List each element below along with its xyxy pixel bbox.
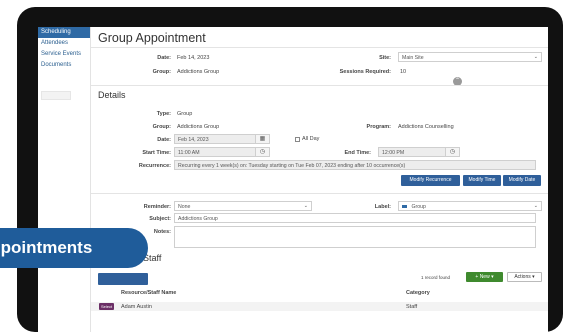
divider bbox=[91, 193, 548, 194]
col-category-header: Category bbox=[406, 290, 430, 296]
site-select[interactable]: Main Site ⌄ bbox=[398, 52, 542, 62]
subject-label: Subject: bbox=[149, 216, 171, 222]
modify-recurrence-button[interactable]: Modify Recurrence bbox=[401, 175, 460, 186]
end-time-input[interactable]: 12:00 PM bbox=[378, 147, 446, 157]
details-date-label: Date: bbox=[157, 137, 171, 143]
clock-icon[interactable]: ◷ bbox=[255, 147, 270, 157]
details-group-value: Addictions Group bbox=[177, 124, 220, 130]
sidebar-item-scheduling[interactable]: Scheduling bbox=[38, 27, 90, 38]
staff-category: Staff bbox=[406, 304, 418, 310]
chevron-down-icon: ⌄ bbox=[533, 203, 538, 209]
sidebar: Scheduling Attendees Service Events Docu… bbox=[38, 27, 91, 332]
staff-add-button[interactable] bbox=[98, 273, 148, 285]
actions-button[interactable]: Actions ▾ bbox=[507, 272, 542, 282]
type-label: Type: bbox=[156, 111, 171, 117]
sidebar-item-documents[interactable]: Documents bbox=[38, 60, 90, 71]
modify-date-button[interactable]: Modify Date bbox=[503, 175, 541, 186]
program-value: Addictions Counselling bbox=[398, 124, 454, 130]
table-row[interactable] bbox=[91, 302, 548, 311]
page-title: Group Appointment bbox=[98, 31, 206, 45]
app-screen: Scheduling Attendees Service Events Docu… bbox=[38, 27, 548, 332]
chevron-down-icon: ⌄ bbox=[303, 203, 308, 209]
date-label: Date: bbox=[157, 55, 171, 61]
site-select-value: Main Site bbox=[402, 54, 424, 61]
sidebar-item-service-events[interactable]: Service Events bbox=[38, 49, 90, 60]
reminder-label: Reminder: bbox=[143, 204, 171, 210]
start-time-input[interactable]: 11:00 AM bbox=[174, 147, 256, 157]
divider bbox=[91, 47, 548, 48]
recurrence-input[interactable]: Recurring every 1 week(s) on: Tuesday st… bbox=[174, 160, 536, 170]
label-select[interactable]: Group ⌄ bbox=[398, 201, 542, 211]
type-value: Group bbox=[177, 111, 193, 117]
label-color-swatch bbox=[402, 204, 407, 208]
label-select-value: Group bbox=[411, 203, 426, 210]
reminder-select[interactable]: None ⌄ bbox=[174, 201, 312, 211]
appointments-badge: Appointments bbox=[0, 228, 148, 268]
site-label: Site: bbox=[379, 55, 391, 61]
divider bbox=[91, 85, 548, 86]
subject-input[interactable]: Addictions Group bbox=[174, 213, 536, 223]
recurrence-label: Recurrence: bbox=[138, 163, 171, 169]
reminder-select-value: None bbox=[178, 203, 191, 210]
program-label: Program: bbox=[366, 124, 391, 130]
date-value: Feb 14, 2023 bbox=[177, 55, 210, 61]
notes-textarea[interactable] bbox=[174, 226, 536, 248]
sidebar-item-attendees[interactable]: Attendees bbox=[38, 38, 90, 49]
main-content: Group Appointment Date: Feb 14, 2023 Gro… bbox=[91, 27, 548, 332]
details-group-label: Group: bbox=[152, 124, 171, 130]
actions-button-label: Actions bbox=[514, 274, 531, 280]
all-day-label: All Day bbox=[302, 136, 320, 142]
new-button-label: + New bbox=[475, 274, 490, 280]
group-label: Group: bbox=[152, 69, 171, 75]
badge-text: Appointments bbox=[0, 238, 93, 257]
calendar-icon[interactable]: ▦ bbox=[255, 134, 270, 144]
modify-time-button[interactable]: Modify Time bbox=[463, 175, 501, 186]
chevron-down-icon: ⌄ bbox=[533, 54, 538, 60]
new-button[interactable]: + New ▾ bbox=[466, 272, 503, 282]
date-input[interactable]: Feb 14, 2023 bbox=[174, 134, 256, 144]
all-day-checkbox[interactable] bbox=[295, 137, 300, 142]
staff-name: Adam Austin bbox=[121, 304, 152, 310]
label-label: Label: bbox=[374, 204, 391, 210]
sessions-value: 10 bbox=[400, 69, 407, 75]
select-tag[interactable]: Select bbox=[99, 303, 115, 310]
start-time-label: Start Time: bbox=[142, 150, 171, 156]
end-time-label: End Time: bbox=[344, 150, 372, 156]
details-title: Details bbox=[98, 90, 126, 100]
col-resource-header: Resource/Staff Name bbox=[121, 290, 177, 296]
record-count: 1 record found bbox=[421, 275, 451, 280]
sessions-label: Sessions Required: bbox=[339, 69, 391, 75]
group-value: Addictions Group bbox=[177, 69, 220, 75]
clock-icon[interactable]: ◷ bbox=[445, 147, 460, 157]
sidebar-placeholder bbox=[41, 91, 71, 100]
